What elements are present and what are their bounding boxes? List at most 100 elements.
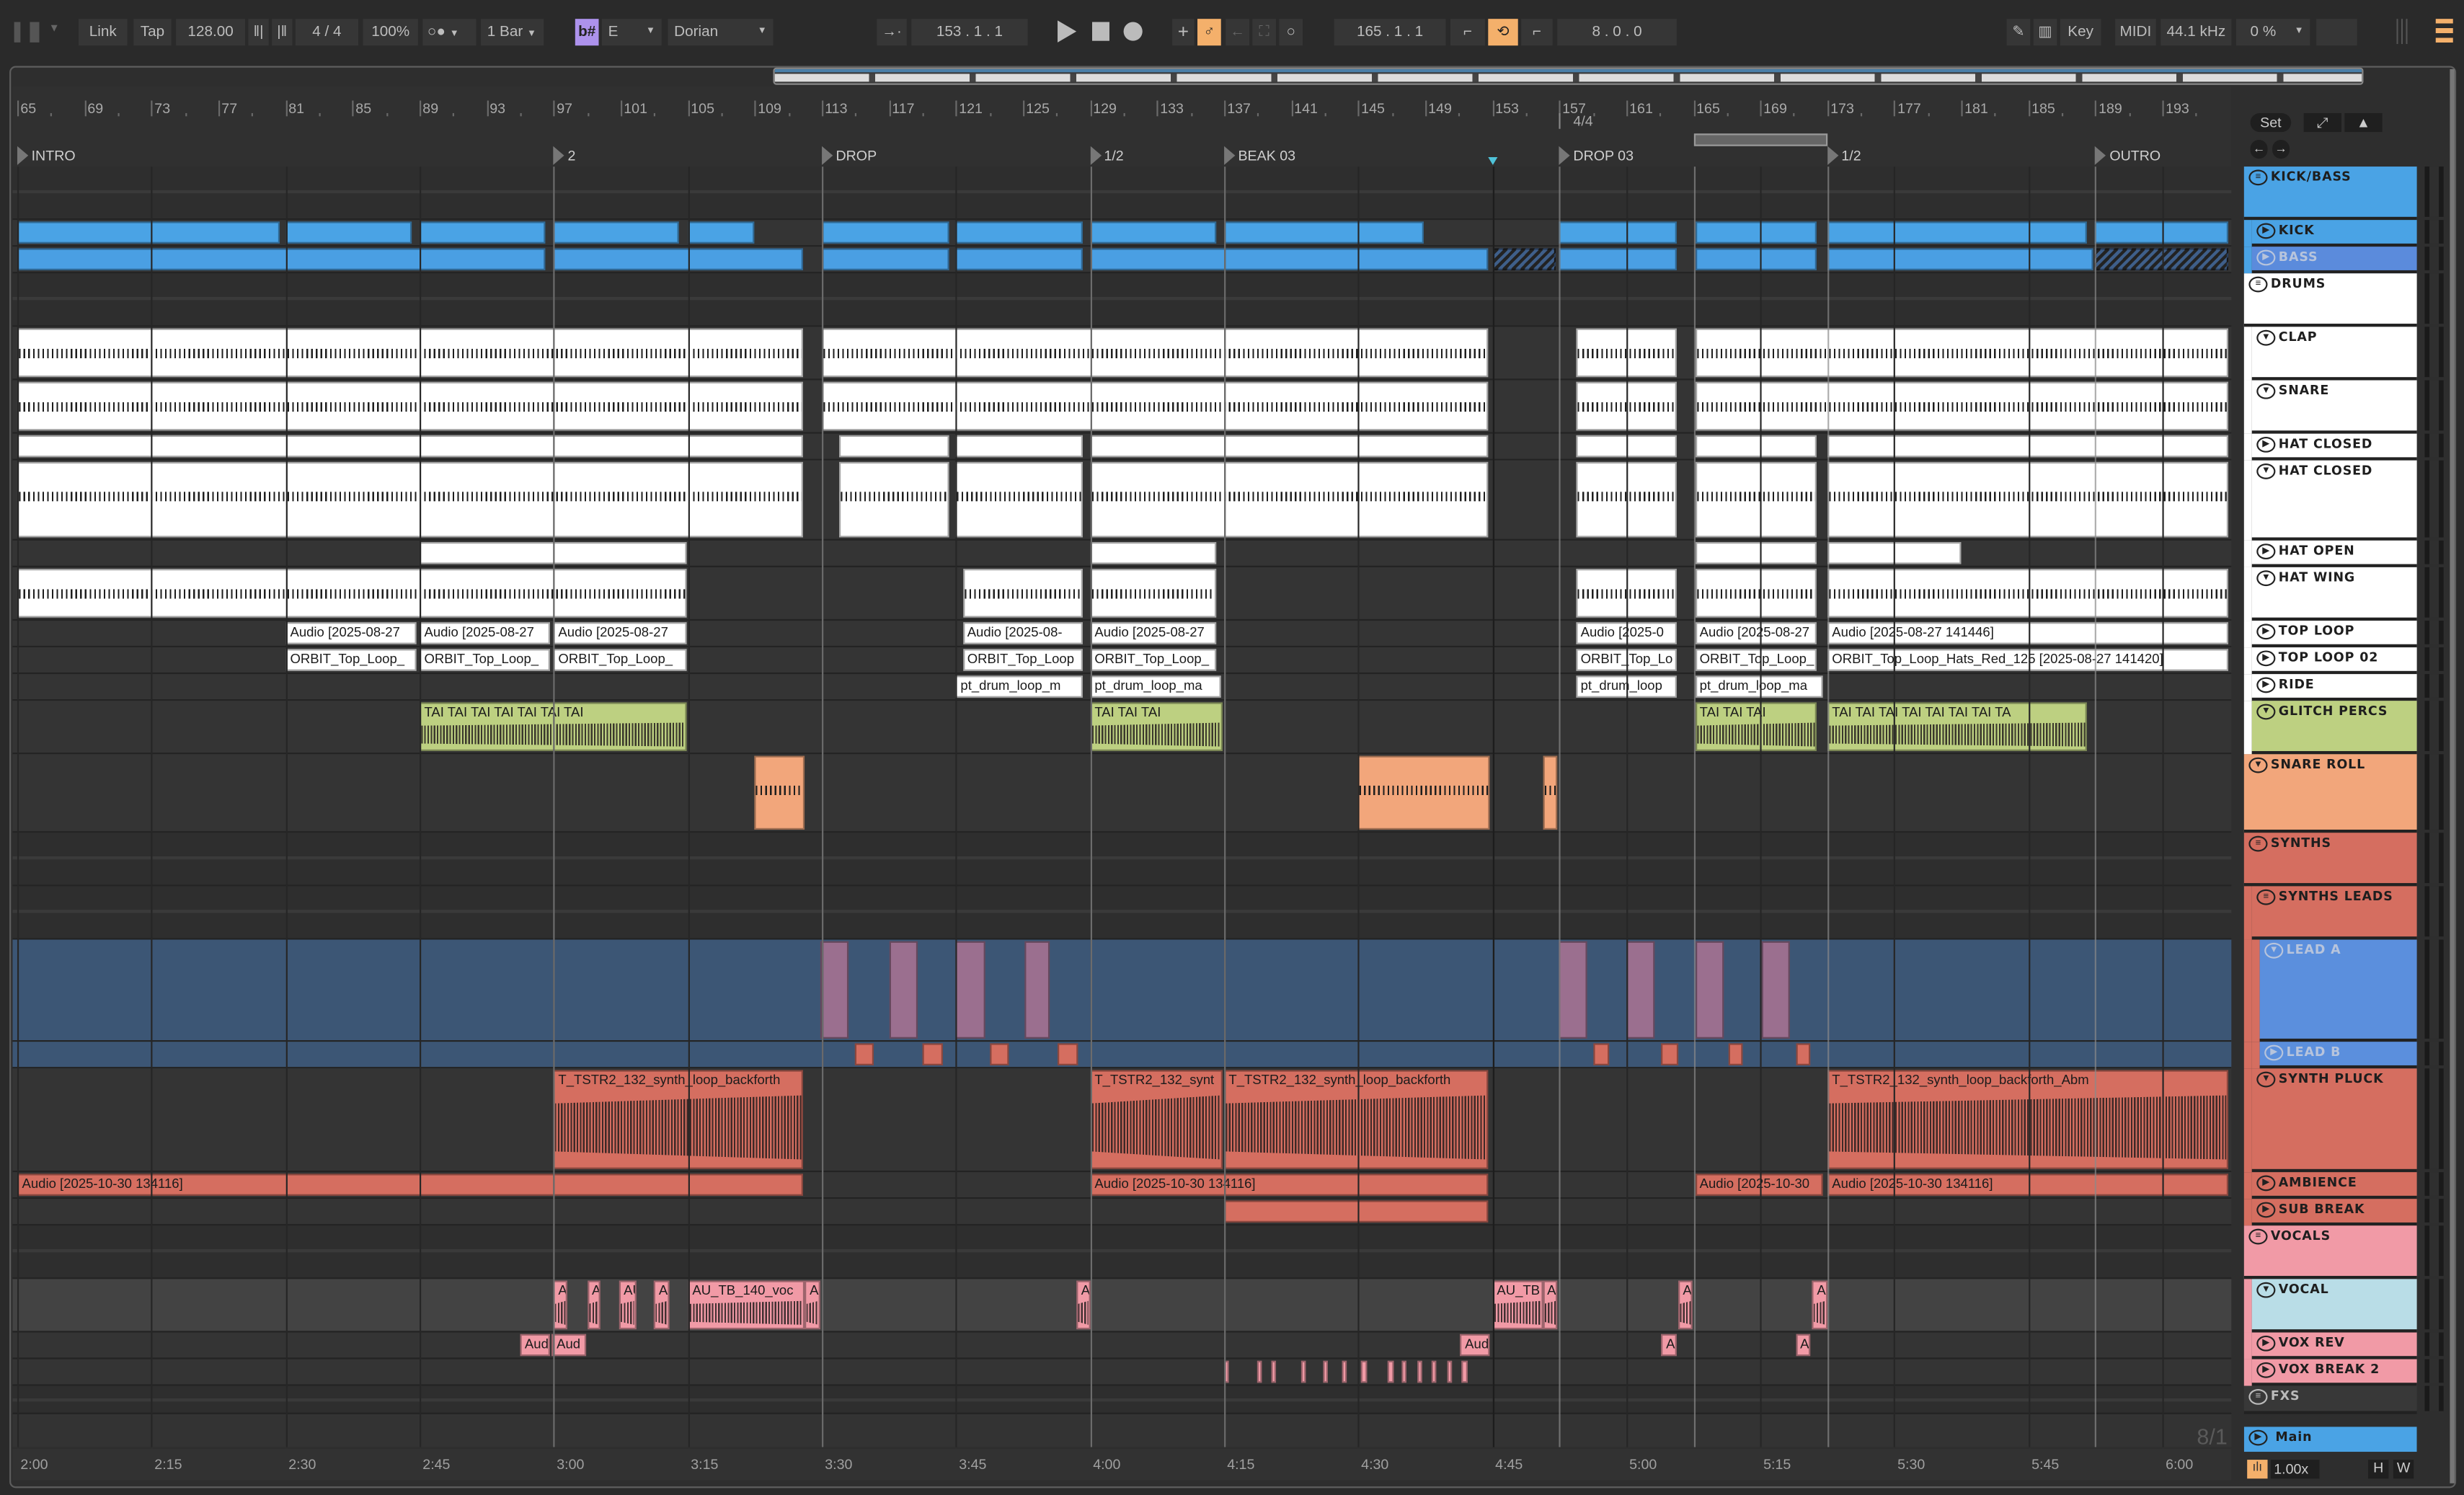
clip[interactable]	[1089, 435, 1489, 458]
track-lanes[interactable]: Audio [2025-08-27 Audio [2025-08-27 Audio …	[12, 167, 2232, 1447]
clip[interactable]	[1089, 569, 1216, 618]
tempo-field[interactable]: 128.00	[176, 19, 246, 46]
clip[interactable]	[553, 248, 804, 270]
track-header-main[interactable]: ▶ Main	[2243, 1427, 2417, 1452]
clip[interactable]: T_TSTR2_132_synth_loop_backforth_Abm	[1827, 1070, 2228, 1169]
clip[interactable]: ORBIT_Top_Loop_	[553, 649, 686, 671]
track-header-hat-closed[interactable]: ▼ HAT CLOSED	[2251, 460, 2417, 541]
arrow-right-icon[interactable]: →	[2272, 140, 2290, 159]
midi-map-button[interactable]: MIDI	[2115, 19, 2156, 46]
clip[interactable]	[17, 328, 804, 378]
clip[interactable]	[821, 248, 949, 270]
clip[interactable]: ORBIT_Top_Loop	[962, 649, 1083, 671]
keyboard-icon[interactable]: ▥	[2033, 19, 2057, 46]
clip[interactable]	[821, 221, 949, 244]
clip[interactable]	[962, 569, 1083, 618]
clip[interactable]	[1695, 461, 1817, 538]
clip[interactable]: Aud	[1460, 1334, 1491, 1357]
clip[interactable]	[1447, 1360, 1452, 1383]
clip[interactable]: ORBIT_Top_Loop_	[285, 649, 417, 671]
clip[interactable]	[1762, 941, 1791, 1039]
loop-brace[interactable]	[1693, 133, 1827, 146]
clip[interactable]	[1695, 569, 1817, 618]
clip[interactable]: TAI TAI TAI	[1695, 702, 1817, 751]
punch-out-icon[interactable]: ⌐	[1521, 19, 1553, 46]
clip[interactable]	[1341, 1360, 1347, 1383]
time-signature-field[interactable]: 4 / 4	[295, 19, 359, 46]
track-header-drums[interactable]: ≡ DRUMS	[2243, 273, 2417, 327]
track-header-snare[interactable]: ▼ SNARE	[2251, 380, 2417, 434]
clip[interactable]	[17, 248, 546, 270]
clip[interactable]	[2095, 248, 2228, 270]
clip[interactable]: AU	[654, 1280, 670, 1330]
clip[interactable]	[1795, 1043, 1811, 1065]
clip[interactable]	[1695, 328, 2228, 378]
track-header-vox-rev[interactable]: ▶ VOX REV	[2251, 1332, 2417, 1359]
loop-length-field[interactable]: 8 . 0 . 0	[1557, 19, 1677, 46]
clip[interactable]: Audio [2025-08-27 141446]	[1827, 622, 2228, 644]
play-icon[interactable]: ▶	[2264, 1044, 2284, 1061]
lock-icon[interactable]: ▲	[2344, 112, 2383, 133]
clip[interactable]	[888, 941, 918, 1039]
clip[interactable]	[285, 221, 412, 244]
clip[interactable]	[1827, 248, 2094, 270]
clip[interactable]	[17, 221, 280, 244]
locator[interactable]: DROP	[821, 146, 877, 165]
capture-icon[interactable]: ⛶	[1252, 19, 1277, 46]
set-button[interactable]: Set	[2250, 112, 2292, 133]
clip[interactable]: TAI TAI TAI	[1089, 702, 1223, 751]
track-lane[interactable]: ORBIT_Top_Loop_ ORBIT_Top_Loop_ ORBIT_Top_…	[12, 647, 2232, 675]
track-lane[interactable]	[12, 567, 2232, 621]
track-lane[interactable]: Audio [2025-10-30 134116] Audio [2025-10-…	[12, 1172, 2232, 1199]
clip[interactable]	[1492, 248, 1556, 270]
track-lane[interactable]: T_TSTR2_132_synth_loop_backforth T_TSTR2_…	[12, 1068, 2232, 1173]
clip[interactable]: ORBIT_Top_Loop_	[1089, 649, 1216, 671]
clip[interactable]	[821, 328, 1489, 378]
clip[interactable]	[1089, 221, 1216, 244]
track-header-snare-roll[interactable]: ▼ SNARE ROLL	[2243, 754, 2417, 833]
clip[interactable]	[855, 1043, 874, 1065]
clip[interactable]	[419, 542, 686, 564]
clip[interactable]	[1559, 941, 1588, 1039]
play-icon[interactable]	[1058, 20, 1077, 43]
scale-root-dropdown[interactable]: E ▼	[601, 19, 662, 46]
locator[interactable]: 1/2	[1089, 146, 1124, 165]
clip[interactable]	[1592, 1043, 1610, 1065]
clip[interactable]: A	[1661, 1334, 1677, 1357]
clip[interactable]	[1461, 1360, 1467, 1383]
track-lane[interactable]	[12, 886, 2232, 940]
locator[interactable]: BEAK 03	[1223, 146, 1295, 165]
clip[interactable]	[17, 381, 804, 431]
play-icon[interactable]: ▶	[2256, 1175, 2276, 1192]
clip[interactable]	[17, 461, 804, 538]
track-lane[interactable]	[12, 754, 2232, 833]
play-icon[interactable]: ▶	[2256, 223, 2276, 239]
clip[interactable]	[1432, 1360, 1437, 1383]
expand-icon[interactable]: ⤢	[2303, 112, 2341, 133]
tap-tempo-button[interactable]: Tap	[133, 19, 172, 46]
clip[interactable]	[1626, 941, 1655, 1039]
clip[interactable]: Audio [2025-10-30 134116]	[1827, 1174, 2228, 1196]
clip[interactable]	[1827, 569, 2228, 618]
arrangement-overview[interactable]	[773, 67, 2364, 85]
nudge-up-icon[interactable]: |‖	[272, 19, 293, 46]
track-header-vocals[interactable]: ≡ VOCALS	[2243, 1225, 2417, 1279]
automation-arm-icon[interactable]: ♂	[1197, 19, 1221, 46]
track-lane[interactable]	[12, 220, 2232, 247]
punch-in-icon[interactable]: ⌐	[1450, 19, 1485, 46]
clip[interactable]	[922, 1043, 943, 1065]
fold-toggle-icon[interactable]: ▼	[2256, 383, 2276, 399]
track-header-kick[interactable]: ▶ KICK	[2251, 220, 2417, 247]
clip[interactable]: Audio [2025-10-30 134116]	[1089, 1174, 1489, 1196]
play-icon[interactable]: ▶	[2256, 624, 2276, 640]
clip[interactable]	[955, 461, 1083, 538]
clip[interactable]	[1089, 542, 1216, 564]
track-lane[interactable]	[12, 540, 2232, 567]
track-lane[interactable]: pt_drum_loop_m pt_drum_loop_ma pt_drum_loo…	[12, 674, 2232, 701]
clip[interactable]	[1270, 1360, 1276, 1383]
zoom-field[interactable]: 100%	[363, 19, 418, 46]
clip[interactable]	[1089, 248, 1489, 270]
track-lane[interactable]	[12, 1359, 2232, 1386]
fold-toggle-icon[interactable]: ▼	[2248, 757, 2268, 773]
stop-icon[interactable]	[1091, 22, 1109, 41]
